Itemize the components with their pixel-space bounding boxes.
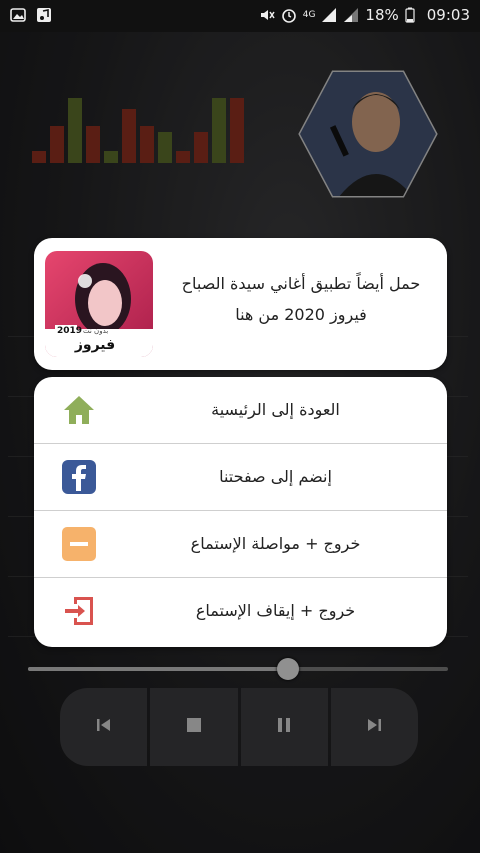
mute-icon bbox=[259, 7, 275, 23]
clock: 09:03 bbox=[426, 6, 470, 24]
menu-item-exit-stop[interactable]: خروج + إيقاف الإستماع bbox=[34, 578, 447, 644]
exit-icon bbox=[62, 594, 96, 628]
minimize-icon bbox=[62, 527, 96, 561]
signal-icon bbox=[321, 7, 337, 23]
facebook-icon bbox=[62, 460, 96, 494]
signal-2-icon bbox=[343, 7, 359, 23]
menu-label-home: العودة إلى الرئيسية bbox=[211, 400, 340, 419]
music-notification-icon bbox=[36, 7, 52, 23]
options-menu: العودة إلى الرئيسية إنضم إلى صفحتنا خروج… bbox=[34, 377, 447, 647]
menu-label-exit-stop: خروج + إيقاف الإستماع bbox=[195, 601, 356, 620]
alarm-icon bbox=[281, 7, 297, 23]
menu-item-exit-continue[interactable]: خروج + مواصلة الإستماع bbox=[34, 511, 447, 578]
promo-image-subcaption: بدون نت bbox=[83, 327, 109, 335]
status-bar: 4G 18% 09:03 bbox=[0, 0, 480, 32]
menu-label-exit-continue: خروج + مواصلة الإستماع bbox=[190, 534, 361, 553]
promo-image-caption: فيروز bbox=[74, 337, 116, 353]
promo-image-year: 2019 bbox=[57, 326, 83, 336]
battery-icon bbox=[405, 7, 421, 23]
network-type-label: 4G bbox=[302, 10, 316, 20]
promo-text[interactable]: حمل أيضاً تطبيق أغاني سيدة الصباح فيروز … bbox=[164, 268, 438, 330]
gallery-notification-icon bbox=[10, 7, 26, 23]
menu-item-home[interactable]: العودة إلى الرئيسية bbox=[34, 377, 447, 444]
home-icon bbox=[62, 393, 96, 427]
battery-percent: 18% bbox=[365, 6, 399, 24]
menu-label-facebook: إنضم إلى صفحتنا bbox=[219, 467, 332, 486]
promo-card[interactable]: 2019 بدون نت فيروز حمل أيضاً تطبيق أغاني… bbox=[34, 238, 447, 370]
menu-item-facebook[interactable]: إنضم إلى صفحتنا bbox=[34, 444, 447, 511]
promo-app-image[interactable]: 2019 بدون نت فيروز bbox=[45, 251, 153, 357]
